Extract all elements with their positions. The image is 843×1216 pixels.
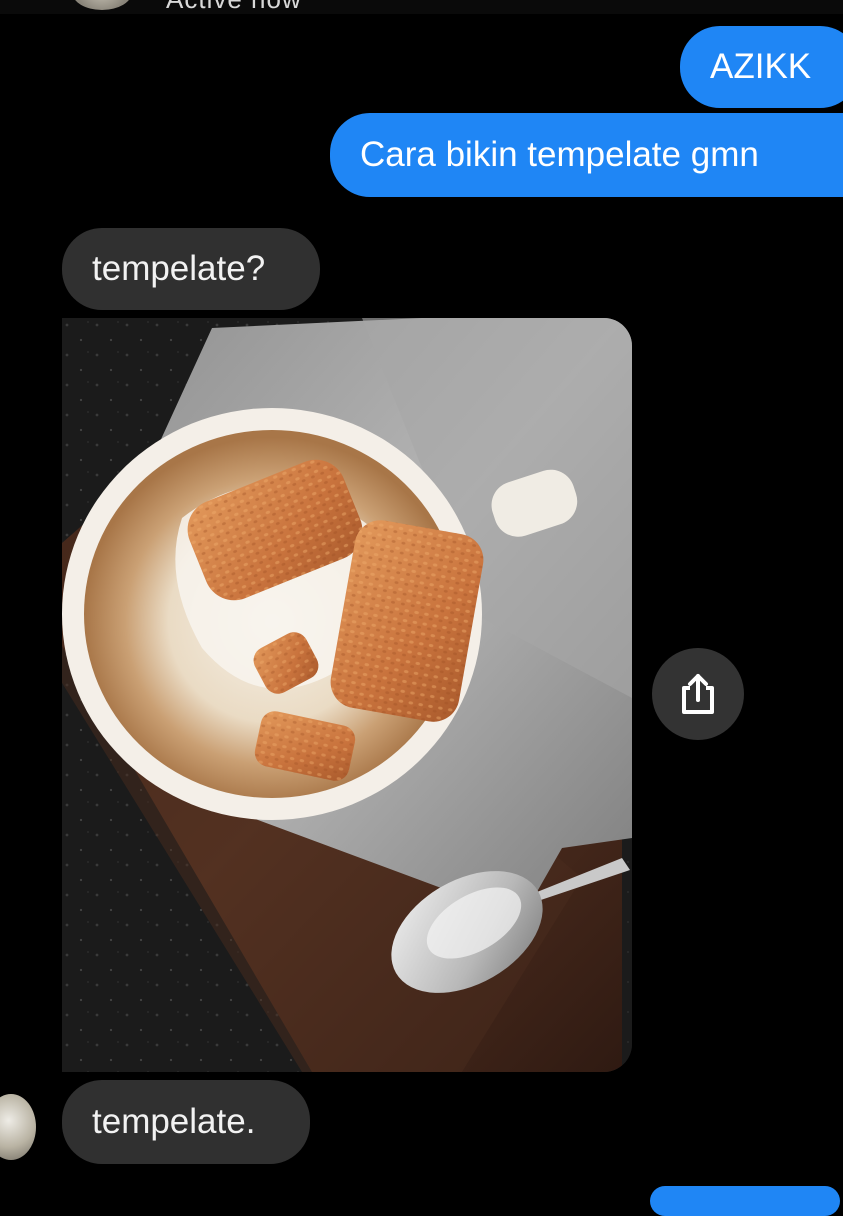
contact-avatar[interactable] xyxy=(72,0,132,10)
outgoing-message[interactable] xyxy=(650,1186,840,1216)
outgoing-message[interactable]: Cara bikin tempelate gmn xyxy=(330,113,843,197)
avatar[interactable] xyxy=(0,1094,36,1160)
active-status: Active now xyxy=(166,0,302,12)
incoming-message[interactable]: tempelate? xyxy=(62,228,320,310)
message-image[interactable] xyxy=(62,318,632,1072)
coffee-tempeh-photo xyxy=(62,318,632,1072)
share-button[interactable] xyxy=(652,648,744,740)
share-icon xyxy=(682,674,714,714)
chat-header: Active now xyxy=(0,0,843,14)
outgoing-message[interactable]: AZIKK xyxy=(680,26,843,108)
incoming-message[interactable]: tempelate. xyxy=(62,1080,310,1164)
